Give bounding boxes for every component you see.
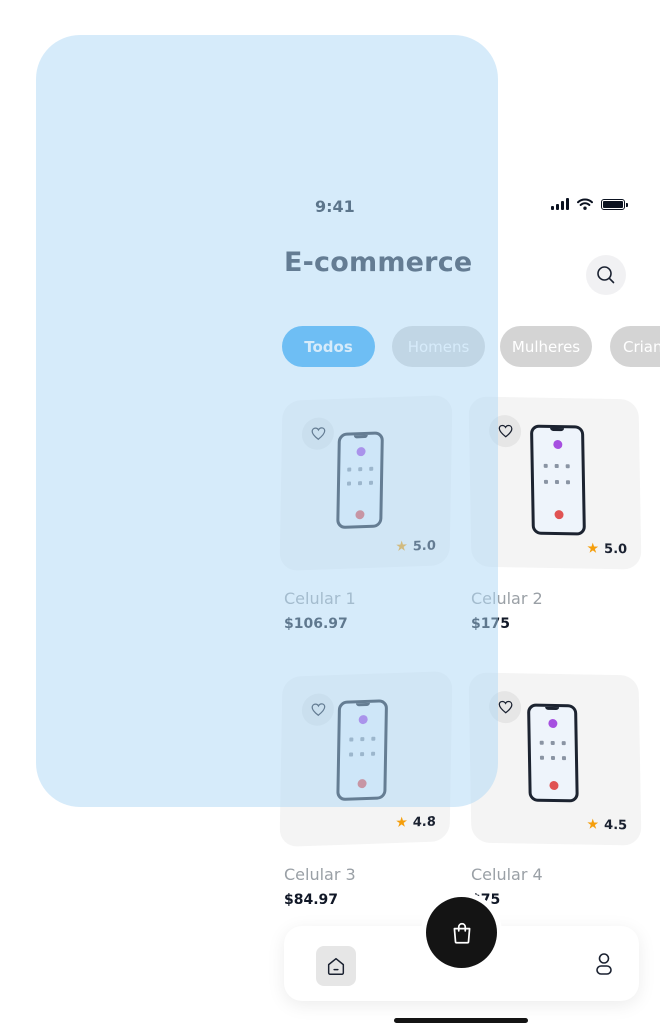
home-button[interactable]	[316, 946, 356, 986]
profile-icon	[596, 953, 612, 975]
product-price: $84.97	[284, 892, 339, 908]
category-chip-mulheres[interactable]: Mulheres	[500, 326, 592, 367]
cart-icon	[453, 922, 470, 944]
heart-icon	[498, 424, 512, 438]
product-rating: ★ 4.8	[395, 814, 436, 831]
selection-overlay	[36, 35, 498, 807]
search-button[interactable]	[586, 255, 626, 295]
product-image-phone	[527, 703, 579, 803]
product-name[interactable]: Celular 4	[471, 865, 543, 884]
product-rating: ★ 4.5	[586, 817, 627, 834]
product-rating: ★ 5.0	[586, 541, 627, 558]
home-icon	[327, 957, 345, 975]
battery-icon	[601, 198, 628, 210]
star-icon: ★	[586, 540, 600, 557]
search-icon	[597, 266, 615, 284]
wifi-icon	[577, 198, 593, 210]
star-icon: ★	[586, 816, 600, 833]
category-chip-criancas[interactable]: Crian	[610, 326, 660, 367]
rating-value: 4.5	[603, 817, 628, 833]
rating-value: 5.0	[603, 541, 628, 557]
product-image-phone	[529, 424, 586, 536]
heart-icon	[498, 700, 512, 714]
profile-button[interactable]	[595, 952, 613, 980]
product-name[interactable]: Celular 3	[284, 865, 356, 884]
status-icons	[551, 198, 628, 210]
rating-value: 4.8	[412, 814, 436, 830]
signal-icon	[551, 198, 569, 210]
home-indicator	[394, 1018, 528, 1023]
star-icon: ★	[395, 814, 408, 831]
cart-button[interactable]	[426, 897, 497, 968]
